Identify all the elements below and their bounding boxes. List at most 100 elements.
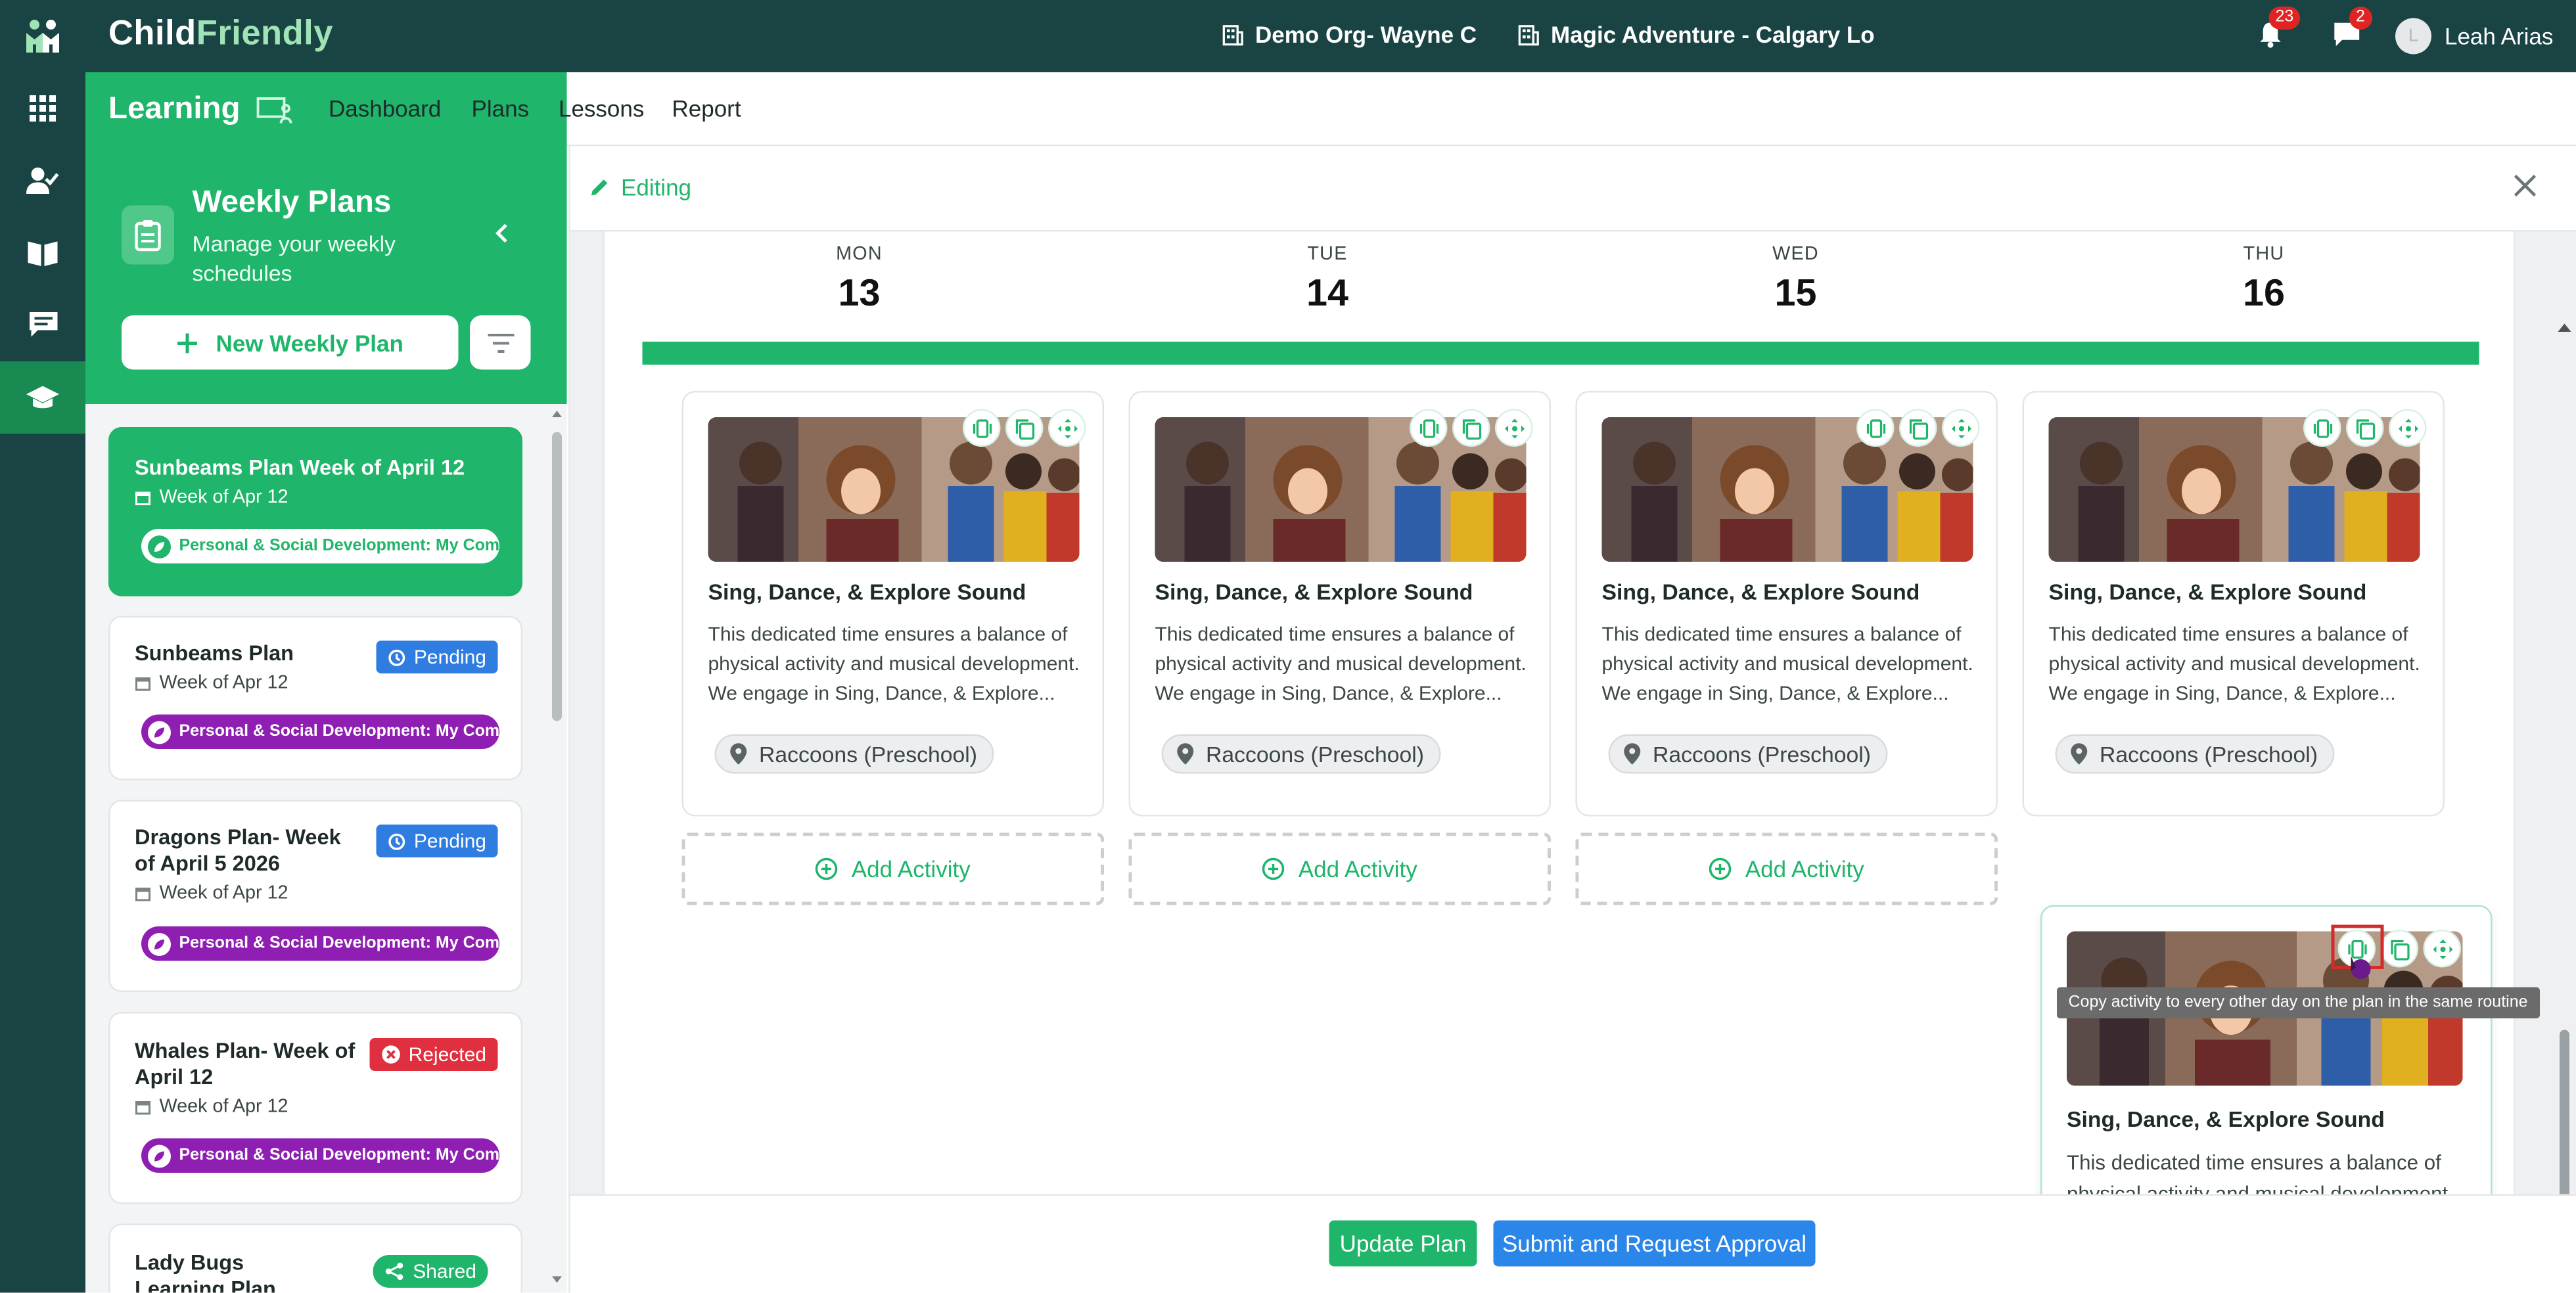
collapse-sidebar-button[interactable]: [493, 222, 513, 254]
filter-button[interactable]: [470, 315, 531, 370]
location-pin-icon: [1624, 743, 1641, 765]
share-icon: [386, 1262, 403, 1281]
location-text: Raccoons (Preschool): [2100, 741, 2318, 767]
editing-label: Editing: [621, 174, 692, 200]
day-header-mon: MON 13: [761, 245, 958, 316]
activity-location-chip[interactable]: Raccoons (Preschool): [714, 734, 994, 774]
nav-report[interactable]: Report: [672, 95, 741, 122]
status-text: Pending: [413, 829, 486, 853]
left-rail: [0, 72, 85, 1293]
rail-messages[interactable]: [0, 289, 85, 361]
activity-location-chip[interactable]: Raccoons (Preschool): [1608, 734, 1888, 774]
sidebar-scrollbar[interactable]: [549, 409, 562, 1283]
plan-title: Lady Bugs Learning Plan: [135, 1250, 276, 1293]
sidebar-title: Weekly Plans: [192, 185, 392, 221]
copy-to-all-days-button[interactable]: [2303, 409, 2341, 447]
activity-title: Sing, Dance, & Explore Sound: [1601, 579, 1920, 605]
rail-library[interactable]: [0, 217, 85, 289]
status-text: Shared: [413, 1259, 476, 1283]
move-activity-button[interactable]: [1048, 409, 1086, 447]
nav-plans[interactable]: Plans: [472, 95, 530, 122]
editor-scrollbar[interactable]: [2555, 317, 2575, 1194]
plus-circle-icon: [1262, 857, 1285, 880]
activity-card-dragging[interactable]: Sing, Dance, & Explore Sound This dedica…: [2040, 905, 2493, 1194]
filter-icon: [487, 332, 514, 352]
plan-tag: Personal & Social Development: My Com...: [141, 714, 499, 749]
copy-to-all-days-button[interactable]: [963, 409, 1001, 447]
cursor-pointer-icon: [2351, 956, 2371, 979]
status-badge: Shared: [373, 1255, 488, 1288]
copy-to-all-days-button[interactable]: [1856, 409, 1895, 447]
editor-header: Editing: [570, 147, 2576, 232]
duplicate-activity-button[interactable]: [1452, 409, 1490, 447]
site-selector[interactable]: Magic Adventure - Calgary Lo: [1518, 22, 1875, 48]
add-activity-button-tue[interactable]: Add Activity: [1128, 832, 1551, 905]
activity-description: This dedicated time ensures a balance of…: [1155, 622, 1527, 705]
messages-button[interactable]: 2: [2332, 7, 2372, 53]
move-icon: [1950, 418, 1971, 438]
plus-circle-icon: [816, 857, 839, 880]
duplicate-icon: [1461, 419, 1481, 439]
sidebar-header: Weekly Plans Manage your weekly schedule…: [85, 146, 567, 404]
notifications-button[interactable]: 23: [2256, 7, 2301, 53]
editor-scroll-thumb[interactable]: [2560, 1030, 2569, 1194]
close-icon: [2514, 174, 2537, 197]
plan-card[interactable]: Lady Bugs Learning Plan Shared: [108, 1223, 522, 1293]
location-text: Raccoons (Preschool): [1653, 741, 1872, 767]
pending-icon: [388, 648, 405, 666]
rail-learning[interactable]: [0, 361, 85, 434]
activity-location-chip[interactable]: Raccoons (Preschool): [1161, 734, 1441, 774]
move-activity-button[interactable]: [1495, 409, 1533, 447]
plan-week-text: Week of Apr 12: [159, 488, 288, 508]
plan-card[interactable]: Sunbeams Plan Pending Week of Apr 12 Per…: [108, 616, 522, 781]
plan-week: Week of Apr 12: [135, 1097, 288, 1117]
add-activity-label: Add Activity: [1745, 855, 1864, 882]
move-activity-button[interactable]: [2423, 930, 2461, 968]
close-editor-button[interactable]: [2512, 173, 2539, 208]
rail-apps[interactable]: [0, 72, 85, 145]
new-weekly-plan-button[interactable]: New Weekly Plan: [122, 315, 459, 370]
status-text: Pending: [413, 645, 486, 669]
move-activity-button[interactable]: [2389, 409, 2427, 447]
sidebar-scroll-thumb[interactable]: [552, 432, 562, 721]
rail-attendance[interactable]: [0, 145, 85, 217]
activity-description: This dedicated time ensures a balance of…: [2067, 1151, 2454, 1194]
top-bar: ChildFriendly Demo Org- Wayne C Magic Ad…: [0, 0, 2576, 72]
plan-card[interactable]: Dragons Plan- Week of April 5 2026 Pendi…: [108, 800, 522, 992]
duplicate-activity-button[interactable]: [1005, 409, 1044, 447]
leaf-icon: [148, 720, 171, 744]
plan-week-text: Week of Apr 12: [159, 1097, 288, 1117]
plan-title: Sunbeams Plan Week of April 12: [135, 455, 465, 480]
user-menu[interactable]: L Leah Arias: [2395, 18, 2553, 55]
activity-card-wed[interactable]: Sing, Dance, & Explore Sound This dedica…: [1575, 391, 1998, 817]
duplicate-activity-button[interactable]: [1899, 409, 1937, 447]
nav-dashboard[interactable]: Dashboard: [329, 95, 441, 122]
move-activity-button[interactable]: [1942, 409, 1980, 447]
submit-approval-button[interactable]: Submit and Request Approval: [1493, 1220, 1816, 1267]
activity-card-thu[interactable]: Sing, Dance, & Explore Sound This dedica…: [2022, 391, 2445, 817]
org-selector[interactable]: Demo Org- Wayne C: [1222, 22, 1477, 48]
duplicate-activity-button[interactable]: [2346, 409, 2384, 447]
week-board-grid[interactable]: MON 13 TUE 14 WED 15 THU 16 Sing, Dance,…: [603, 231, 2516, 1194]
calendar-icon: [135, 491, 150, 505]
plan-card[interactable]: Whales Plan- Week of April 12 Rejected W…: [108, 1012, 522, 1204]
nav-lessons[interactable]: Lessons: [559, 95, 644, 122]
copy-to-all-days-button[interactable]: [1410, 409, 1448, 447]
location-text: Raccoons (Preschool): [759, 741, 978, 767]
duplicate-activity-button[interactable]: [2380, 930, 2418, 968]
add-activity-button-wed[interactable]: Add Activity: [1575, 832, 1998, 905]
activity-card-tue[interactable]: Sing, Dance, & Explore Sound This dedica…: [1128, 391, 1551, 817]
brand-name[interactable]: ChildFriendly: [108, 15, 333, 55]
brand-part1: Child: [108, 14, 196, 53]
activity-location-chip[interactable]: Raccoons (Preschool): [2055, 734, 2335, 774]
copy-all-days-icon: [1866, 419, 1885, 438]
location-pin-icon: [730, 743, 747, 765]
activity-card-mon[interactable]: Sing, Dance, & Explore Sound This dedica…: [681, 391, 1104, 817]
add-activity-button-mon[interactable]: Add Activity: [681, 832, 1104, 905]
update-plan-button[interactable]: Update Plan: [1329, 1220, 1477, 1267]
plan-tag-text: Personal & Social Development: My Com...: [179, 1146, 500, 1165]
chat-icon: [28, 312, 57, 337]
building-icon: [1222, 24, 1243, 45]
plan-card-selected[interactable]: Sunbeams Plan Week of April 12 Week of A…: [108, 427, 522, 597]
activity-title: Sing, Dance, & Explore Sound: [2067, 1107, 2385, 1132]
